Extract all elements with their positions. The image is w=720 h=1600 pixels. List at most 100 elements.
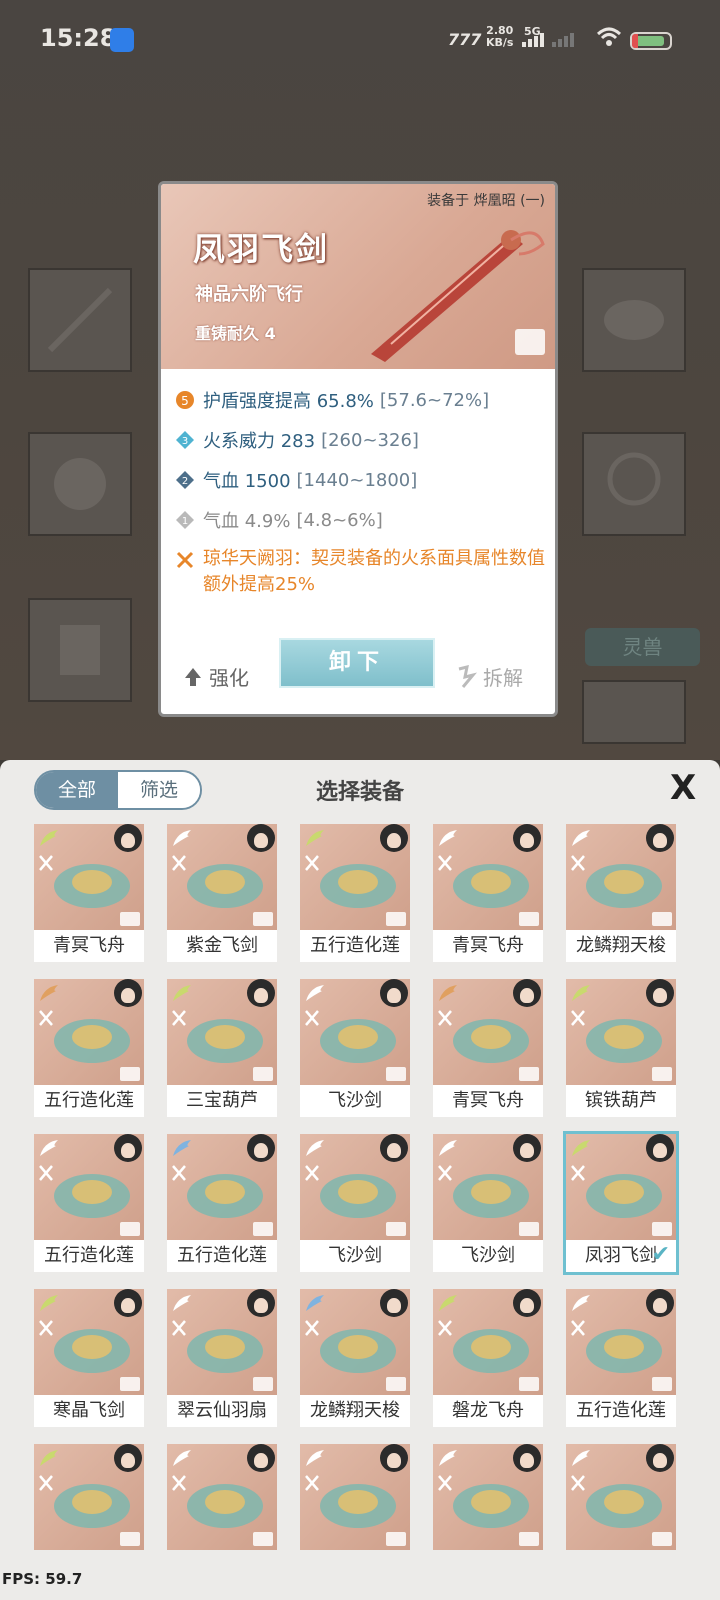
item-tag-icon: [652, 1532, 672, 1546]
equipment-item[interactable]: 翠云仙羽扇: [167, 1289, 277, 1427]
item-tag-icon: [652, 1067, 672, 1081]
owner-avatar: [380, 824, 408, 852]
item-image: [433, 979, 543, 1085]
equipment-item[interactable]: 五行造化莲: [167, 1134, 277, 1272]
equipment-item[interactable]: 青冥飞舟: [433, 979, 543, 1117]
status-bar: 15:28 777 2.80 KB/s 5G: [0, 0, 720, 80]
equipment-detail-card: 装备于 烨凰昭 (一) 凤羽飞剑 神品六阶飞行 重铸耐久 4 5 护盾强度提高 …: [158, 181, 558, 717]
item-name-label: 青冥飞舟: [433, 1085, 543, 1117]
item-tag-icon: [253, 1532, 273, 1546]
item-name-label: 五行造化莲: [34, 1085, 144, 1117]
owner-avatar: [513, 1289, 541, 1317]
set-bonus-text: 琼华天阙羽：契灵装备的火系面具属性数值额外提高25%: [203, 548, 545, 595]
equipment-item[interactable]: 五行造化莲: [34, 1134, 144, 1272]
item-tag-icon: [652, 1222, 672, 1236]
item-image: [34, 979, 144, 1085]
set-bonus: 琼华天阙羽：契灵装备的火系面具属性数值额外提高25%: [175, 546, 545, 598]
item-tag-icon: [120, 912, 140, 926]
close-icon[interactable]: X: [670, 768, 696, 808]
enhance-button[interactable]: 强化: [183, 662, 249, 691]
equipment-item[interactable]: 青冥飞舟: [34, 824, 144, 962]
stat-range: [1440~1800]: [296, 469, 418, 491]
background-slot: [582, 680, 686, 744]
item-tag-icon: [519, 1377, 539, 1391]
item-image: [167, 1444, 277, 1550]
stat-range: [57.6~72%]: [379, 389, 490, 411]
item-tag-icon: [652, 912, 672, 926]
detail-header: 装备于 烨凰昭 (一) 凤羽飞剑 神品六阶飞行 重铸耐久 4: [161, 184, 555, 369]
equipment-item[interactable]: 飞沙剑: [300, 1134, 410, 1272]
stat-row: 5 护盾强度提高 65.8% [57.6~72%]: [175, 380, 545, 420]
item-tag-icon: [120, 1532, 140, 1546]
item-name-label: 青冥飞舟: [34, 930, 144, 962]
equipment-item[interactable]: 青冥飞舟: [433, 824, 543, 962]
item-name-label: 五行造化莲: [167, 1240, 277, 1272]
equipment-item[interactable]: 三宝葫芦: [167, 979, 277, 1117]
equipment-item[interactable]: [566, 1444, 676, 1582]
item-name: 凤羽飞剑: [193, 230, 330, 268]
item-image: [34, 1134, 144, 1240]
item-grade: 神品六阶飞行: [195, 284, 303, 305]
speed-unit: KB/s: [486, 36, 514, 49]
equipment-item[interactable]: 镔铁葫芦: [566, 979, 676, 1117]
wifi-icon: [596, 27, 622, 46]
item-name-label: 青冥飞舟: [433, 930, 543, 962]
item-image: [566, 1134, 676, 1240]
stat-list: 5 护盾强度提高 65.8% [57.6~72%] 3 火系威力 283 [260~…: [175, 380, 545, 598]
item-image: [300, 824, 410, 930]
equipment-item[interactable]: 龙鳞翔天梭: [300, 1289, 410, 1427]
stat-level-2-icon: 2: [176, 471, 194, 489]
owner-avatar: [380, 1444, 408, 1472]
svg-text:1: 1: [182, 516, 188, 527]
owner-avatar: [513, 1134, 541, 1162]
equipment-item[interactable]: 寒晶飞剑: [34, 1289, 144, 1427]
unequip-button[interactable]: 卸下: [279, 638, 435, 688]
owner-avatar: [513, 824, 541, 852]
item-image: [300, 1289, 410, 1395]
equipment-item[interactable]: [34, 1444, 144, 1582]
equipment-item[interactable]: [300, 1444, 410, 1582]
equipped-on-label: 装备于 烨凰昭 (一): [427, 193, 545, 209]
stat-row: 3 火系威力 283 [260~326]: [175, 420, 545, 460]
background-slot: [28, 432, 132, 536]
stat-row: 1 气血 4.9% [4.8~6%]: [175, 500, 545, 540]
equipment-item[interactable]: 紫金飞剑: [167, 824, 277, 962]
dismantle-button[interactable]: 拆解: [455, 662, 523, 691]
item-name-label: 飞沙剑: [300, 1240, 410, 1272]
owner-avatar: [646, 1289, 674, 1317]
equipment-item[interactable]: 飞沙剑: [300, 979, 410, 1117]
equipment-item[interactable]: 飞沙剑: [433, 1134, 543, 1272]
owner-avatar: [380, 1134, 408, 1162]
pet-button: 灵兽: [585, 628, 700, 666]
stat-level-1-icon: 1: [176, 511, 194, 529]
item-image: [167, 979, 277, 1085]
equipment-item[interactable]: 五行造化莲: [300, 824, 410, 962]
item-name-label: 磐龙飞舟: [433, 1395, 543, 1427]
background-slot: [582, 268, 686, 372]
lock-button[interactable]: [515, 329, 545, 355]
owner-avatar: [380, 979, 408, 1007]
equipment-item[interactable]: 凤羽飞剑 ✔: [563, 1131, 679, 1275]
item-image: [300, 1444, 410, 1550]
equipment-item[interactable]: [167, 1444, 277, 1582]
stat-row: 2 气血 1500 [1440~1800]: [175, 460, 545, 500]
item-image: [34, 824, 144, 930]
owner-avatar: [513, 1444, 541, 1472]
item-image: [300, 1134, 410, 1240]
owner-avatar: [114, 1134, 142, 1162]
equipment-item[interactable]: 龙鳞翔天梭: [566, 824, 676, 962]
item-name-label: 寒晶飞剑: [34, 1395, 144, 1427]
network-label: 777: [448, 30, 482, 49]
item-name-label: 翠云仙羽扇: [167, 1395, 277, 1427]
equipment-item[interactable]: 五行造化莲: [34, 979, 144, 1117]
owner-avatar: [380, 1289, 408, 1317]
item-tag-icon: [386, 1377, 406, 1391]
item-image: [566, 824, 676, 930]
equipment-item[interactable]: 磐龙飞舟: [433, 1289, 543, 1427]
battery-icon: [630, 32, 672, 50]
item-tag-icon: [253, 912, 273, 926]
item-image: [566, 1289, 676, 1395]
item-name-label: 龙鳞翔天梭: [566, 930, 676, 962]
equipment-item[interactable]: [433, 1444, 543, 1582]
equipment-item[interactable]: 五行造化莲: [566, 1289, 676, 1427]
